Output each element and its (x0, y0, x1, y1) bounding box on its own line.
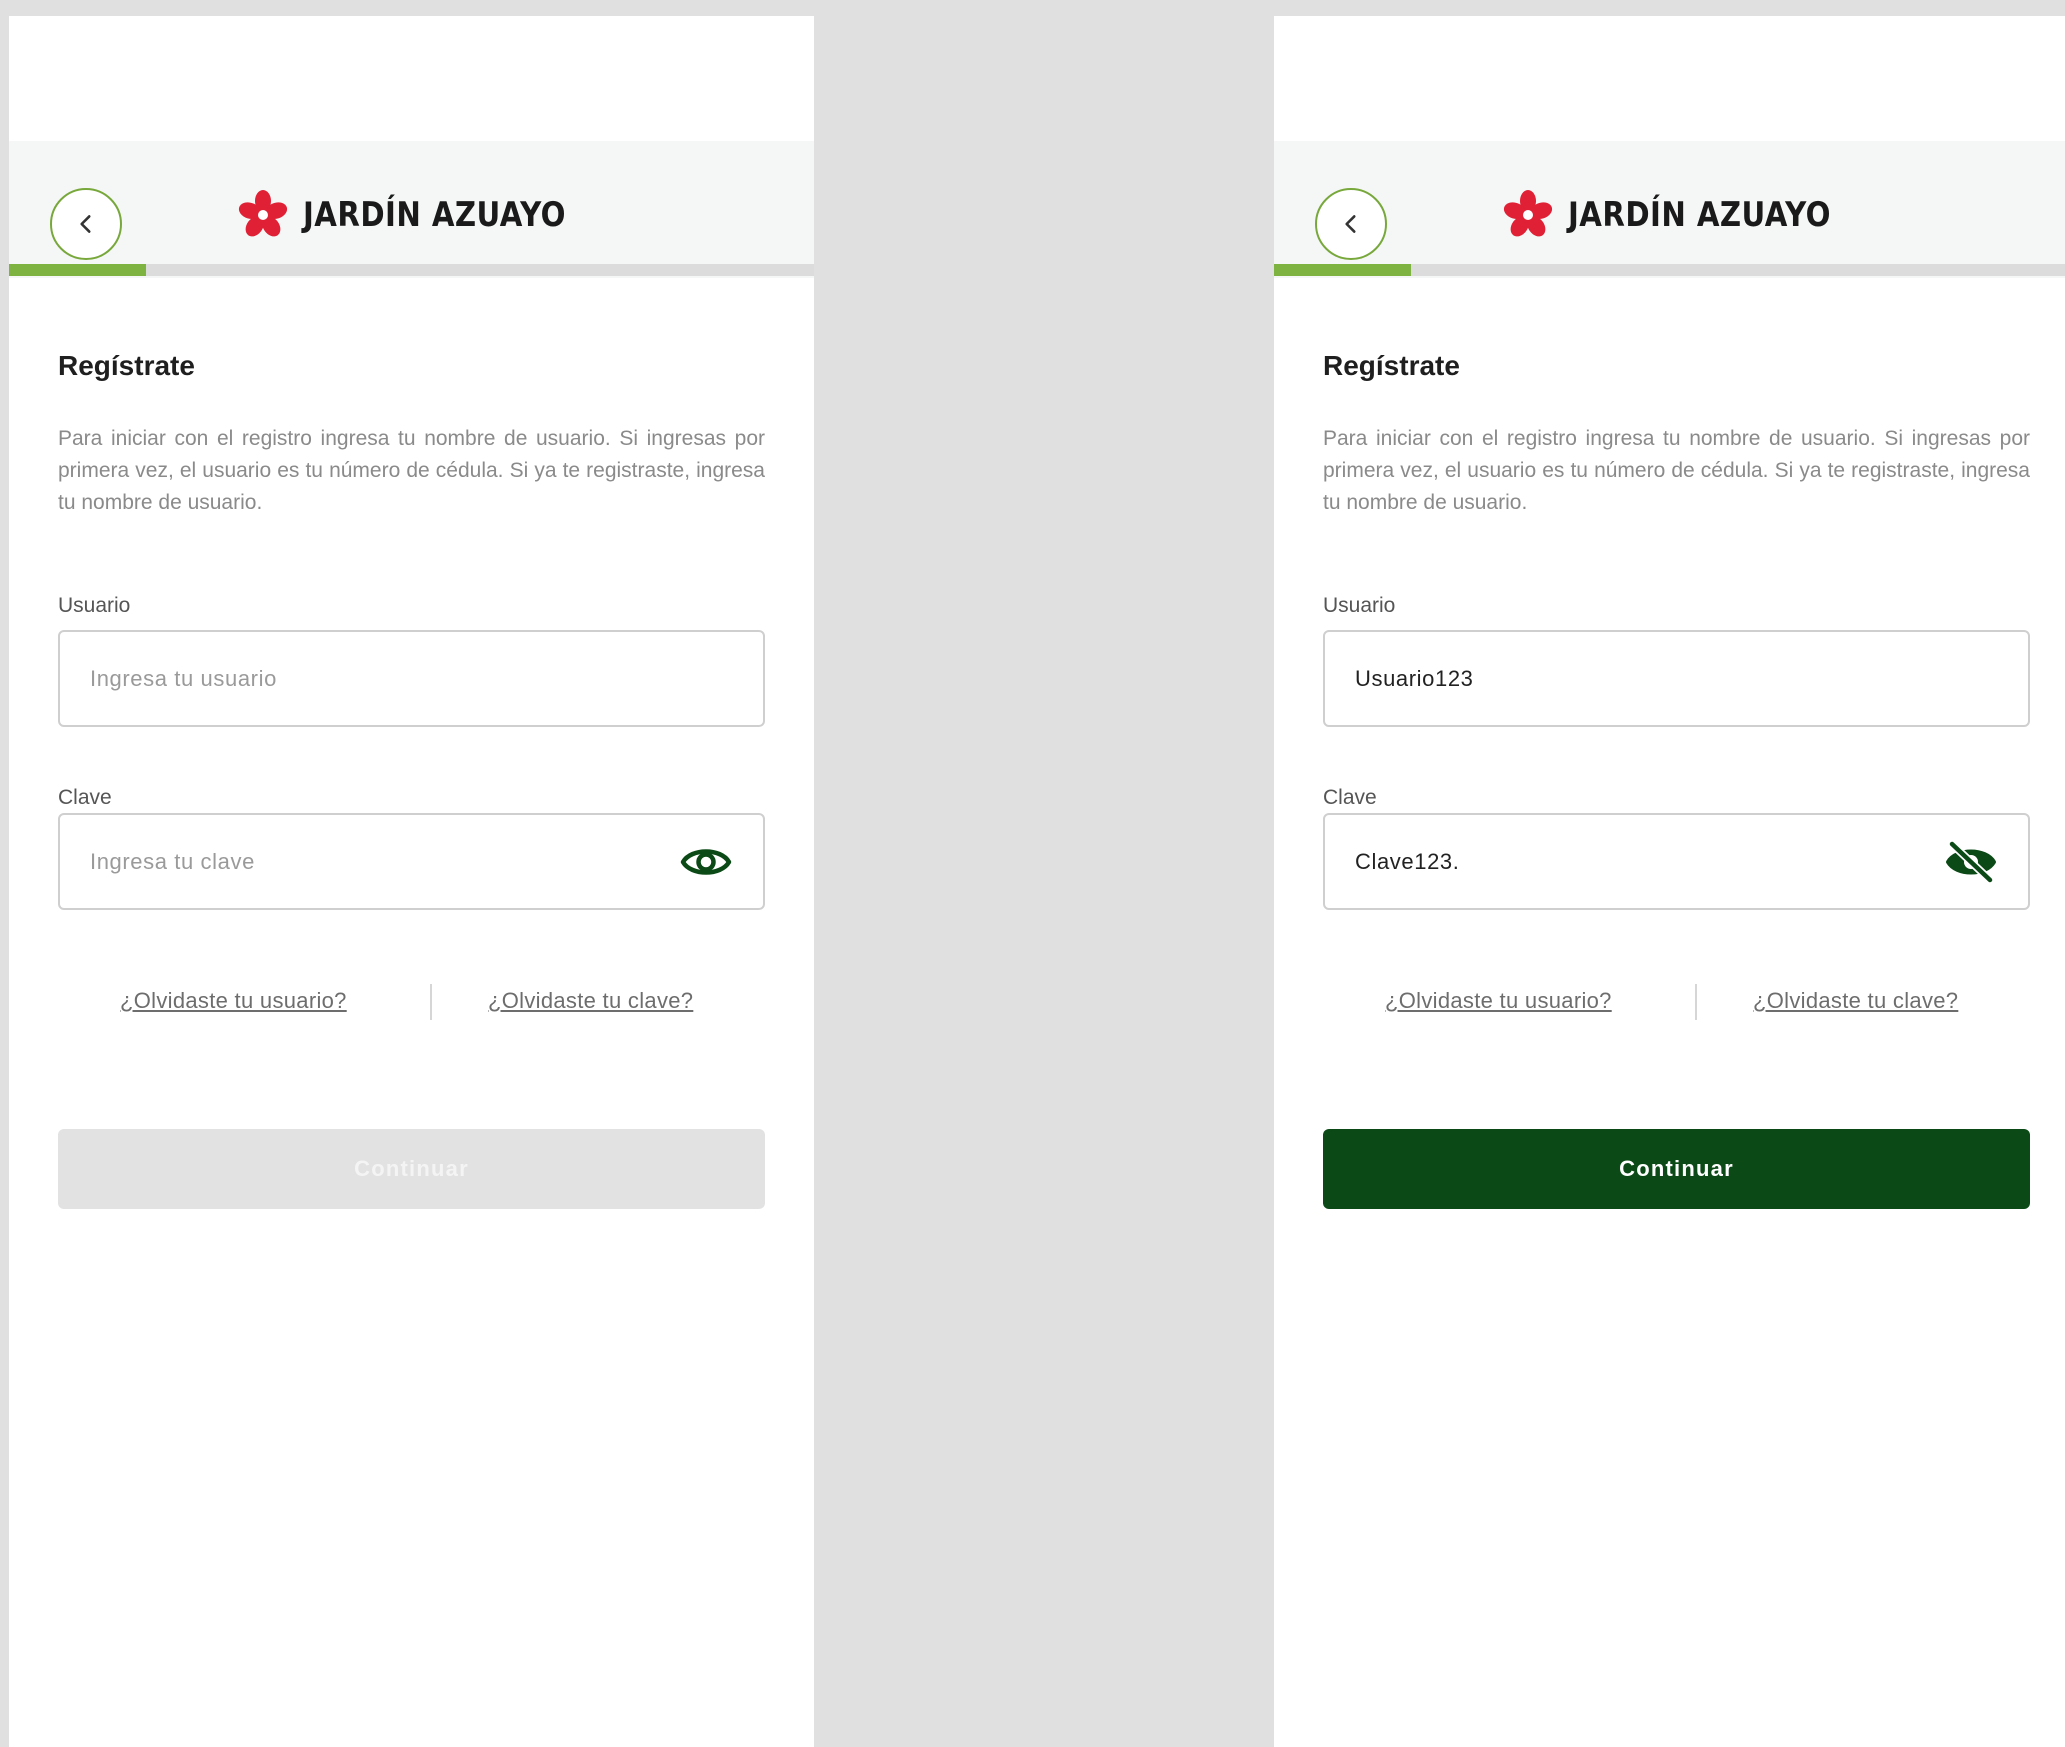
app-header: JARDÍN AZUAYO (9, 141, 814, 278)
page-title: Regístrate (58, 350, 195, 381)
password-input[interactable] (90, 848, 679, 875)
password-field[interactable] (58, 813, 765, 910)
links-divider (1695, 984, 1697, 1020)
page-title: Regístrate (1323, 350, 1460, 381)
user-label: Usuario (58, 594, 131, 617)
user-field[interactable] (58, 630, 765, 727)
chevron-left-icon (80, 215, 91, 233)
forgot-user-link[interactable]: ¿Olvidaste tu usuario? (120, 988, 347, 1014)
password-label: Clave (1323, 786, 1377, 809)
back-button[interactable] (50, 188, 122, 260)
user-field[interactable] (1323, 630, 2030, 727)
forgot-user-link[interactable]: ¿Olvidaste tu usuario? (1385, 988, 1612, 1014)
register-screen-filled: JARDÍN AZUAYO Regístrate Para iniciar co… (1274, 16, 2065, 1747)
forgot-password-link[interactable]: ¿Olvidaste tu clave? (488, 988, 693, 1014)
instructions-text: Para iniciar con el registro ingresa tu … (58, 427, 765, 514)
user-label: Usuario (1323, 594, 1396, 617)
links-divider (430, 984, 432, 1020)
register-screen-empty: JARDÍN AZUAYO Regístrate Para iniciar co… (9, 16, 814, 1747)
instructions-text: Para iniciar con el registro ingresa tu … (1323, 427, 2030, 514)
progress-bar (9, 264, 814, 276)
red-flower-logo-icon (237, 189, 289, 241)
continue-button[interactable]: Continuar (58, 1129, 765, 1209)
continue-button[interactable]: Continuar (1323, 1129, 2030, 1209)
chevron-left-icon (1345, 215, 1356, 233)
brand-name: JARDÍN AZUAYO (303, 195, 566, 235)
eye-icon[interactable] (679, 840, 733, 884)
forgot-password-link[interactable]: ¿Olvidaste tu clave? (1753, 988, 1958, 1014)
help-links: ¿Olvidaste tu usuario? ¿Olvidaste tu cla… (1323, 984, 2030, 1024)
brand: JARDÍN AZUAYO (237, 187, 609, 243)
user-input[interactable] (1355, 665, 1998, 692)
help-links: ¿Olvidaste tu usuario? ¿Olvidaste tu cla… (58, 984, 765, 1024)
password-label: Clave (58, 786, 112, 809)
user-input[interactable] (90, 665, 733, 692)
eye-off-icon[interactable] (1944, 839, 1998, 884)
app-header: JARDÍN AZUAYO (1274, 141, 2065, 278)
password-field[interactable] (1323, 813, 2030, 910)
progress-bar-fill (9, 264, 146, 276)
back-button[interactable] (1315, 188, 1387, 260)
brand-name: JARDÍN AZUAYO (1568, 195, 1831, 235)
password-input[interactable] (1355, 848, 1944, 875)
red-flower-logo-icon (1502, 189, 1554, 241)
brand: JARDÍN AZUAYO (1502, 187, 1874, 243)
progress-bar-fill (1274, 264, 1411, 276)
progress-bar (1274, 264, 2065, 276)
